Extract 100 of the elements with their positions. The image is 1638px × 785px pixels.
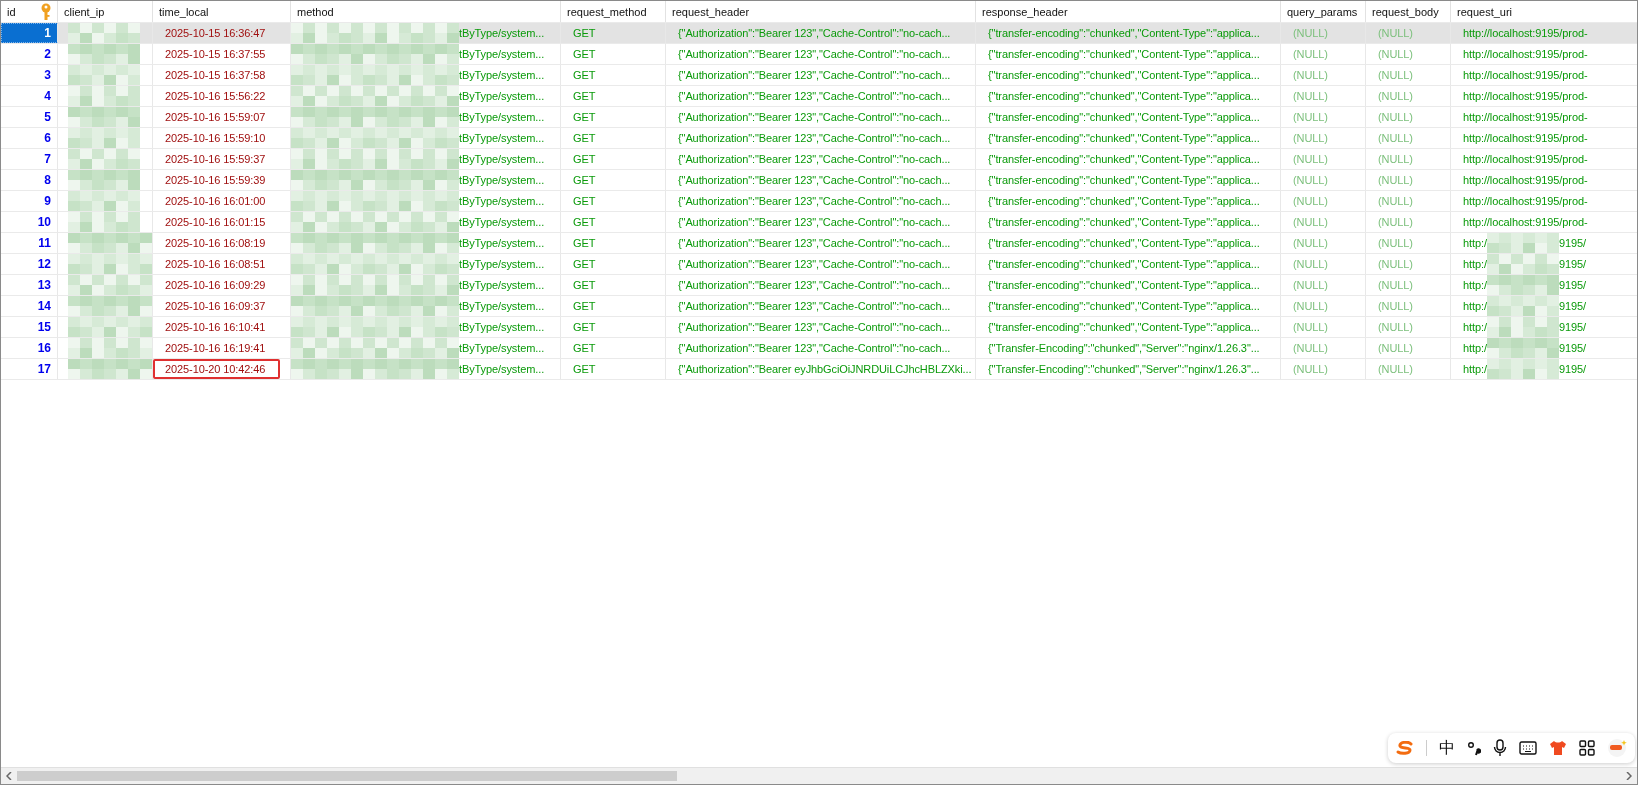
table-cell: tByType/system... (459, 195, 545, 207)
table-row[interactable] (1, 44, 1637, 65)
column-header[interactable]: response_header (976, 1, 1281, 22)
table-row[interactable] (1, 212, 1637, 233)
table-cell: http://localhost:9195/prod- (1463, 174, 1588, 186)
table-cell: (NULL) (1378, 90, 1413, 102)
column-header[interactable]: request_header (666, 1, 976, 22)
column-header[interactable]: request_uri (1451, 1, 1637, 22)
table-cell: GET (573, 195, 596, 207)
keyboard-icon[interactable] (1519, 741, 1537, 755)
table-cell: {"Authorization":"Bearer 123","Cache-Control":"no-cach... (678, 174, 951, 186)
table-row[interactable]: 13 2025-10-16 16:09:29 tByType/system... GET {"Authorization":"Bearer 123","Cache-Control":"no-cach... {"transfer-encoding":"chunked","Content-Type":"applica... (NULL) (NULL) http:/ 9195/ (1, 275, 1637, 296)
table-row[interactable]: 11 2025-10-16 16:08:19 tByType/system... GET {"Authorization":"Bearer 123","Cache-Control":"no-cach... {"transfer-encoding":"chunked","Content-Type":"applica... (NULL) (NULL) http:/ 9195/ (1, 233, 1637, 254)
table-cell: GET (573, 174, 596, 186)
s-logo-icon[interactable] (1396, 741, 1414, 755)
table-cell: {"transfer-encoding":"chunked","Content-Type":"applica... (988, 321, 1260, 333)
column-header[interactable]: query_params (1281, 1, 1366, 22)
redacted-area (68, 170, 140, 190)
table-cell: (NULL) (1293, 132, 1328, 144)
table-cell: (NULL) (1378, 237, 1413, 249)
table-row[interactable] (1, 128, 1637, 149)
table-cell: tByType/system... (459, 237, 545, 249)
table-cell: (NULL) (1293, 237, 1328, 249)
table-row[interactable]: 12 2025-10-16 16:08:51 tByType/system... GET {"Authorization":"Bearer 123","Cache-Control":"no-cach... {"transfer-encoding":"chunked","Content-Type":"applica... (NULL) (NULL) http:/ 9195/ (1, 254, 1637, 275)
table-cell: {"Transfer-Encoding":"chunked","Server":"nginx/1.26.3"... (988, 342, 1260, 354)
table-cell: 9195/ (1558, 258, 1586, 270)
table-row[interactable] (1, 107, 1637, 128)
table-cell: {"Authorization":"Bearer eyJhbGciOiJNRDUiLCJhcHBLZXki... (678, 363, 972, 375)
table-cell: (NULL) (1293, 195, 1328, 207)
table-cell: http:/ (1463, 237, 1487, 249)
table-row[interactable]: 17 2025-10-20 10:42:46 tByType/system... GET {"Authorization":"Bearer eyJhbGciOiJNRDUiLCJhcHBLZXki... {"Transfer-Encoding":"chunked","Server":"nginx/1.26.3"... (NULL) (NULL) http:/ 9195/ (1, 359, 1637, 380)
table-cell: {"transfer-encoding":"chunked","Content-Type":"applica... (988, 69, 1260, 81)
table-cell: tByType/system... (459, 153, 545, 165)
table-cell: {"Authorization":"Bearer 123","Cache-Control":"no-cach... (678, 69, 951, 81)
horizontal-scrollbar[interactable] (1, 767, 1637, 784)
microphone-icon[interactable] (1493, 739, 1507, 757)
table-cell: tByType/system... (459, 69, 545, 81)
column-header[interactable]: time_local (153, 1, 291, 22)
table-cell: http://localhost:9195/prod- (1463, 195, 1588, 207)
table-cell: GET (573, 237, 596, 249)
table-cell: (NULL) (1293, 216, 1328, 228)
table-cell: http:/ (1463, 321, 1487, 333)
redacted-area (68, 212, 140, 232)
table-cell: 2025-10-20 10:42:46 (165, 363, 266, 375)
row-id: 3 (1, 65, 58, 85)
table-cell: {"Authorization":"Bearer 123","Cache-Control":"no-cach... (678, 153, 951, 165)
table-cell: GET (573, 300, 596, 312)
table-cell: http:/ (1463, 342, 1487, 354)
table-row[interactable] (1, 170, 1637, 191)
table-cell: tByType/system... (459, 300, 545, 312)
scrollbar-thumb[interactable] (17, 771, 677, 781)
table-cell: (NULL) (1293, 342, 1328, 354)
table-cell: {"Authorization":"Bearer 123","Cache-Control":"no-cach... (678, 111, 951, 123)
column-header[interactable]: id (1, 1, 58, 22)
row-id: 9 (1, 191, 58, 211)
punctuation-icon[interactable] (1467, 740, 1481, 756)
table-cell: http://localhost:9195/prod- (1463, 132, 1588, 144)
table-row[interactable] (1, 191, 1637, 212)
table-cell: tByType/system... (459, 132, 545, 144)
table-cell: {"transfer-encoding":"chunked","Content-Type":"applica... (988, 153, 1260, 165)
row-id: 10 (1, 212, 58, 232)
redacted-area (68, 107, 140, 127)
table-row[interactable] (1, 23, 1637, 44)
table-cell: {"Authorization":"Bearer 123","Cache-Control":"no-cach... (678, 195, 951, 207)
table-cell: (NULL) (1293, 321, 1328, 333)
table-cell: (NULL) (1293, 363, 1328, 375)
table-cell: 2025-10-15 16:36:47 (165, 27, 266, 39)
input-mode-toggle[interactable]: 中 (1439, 737, 1455, 759)
mascot-icon[interactable] (1607, 738, 1627, 758)
table-cell: tByType/system... (459, 216, 545, 228)
table-cell: (NULL) (1293, 69, 1328, 81)
table-row[interactable] (1, 149, 1637, 170)
table-row[interactable] (1, 65, 1637, 86)
table-cell: tByType/system... (459, 363, 545, 375)
table-cell: 9195/ (1558, 300, 1586, 312)
table-cell: tByType/system... (459, 90, 545, 102)
table-cell: 9195/ (1558, 237, 1586, 249)
table-row[interactable]: 16 2025-10-16 16:19:41 tByType/system... GET {"Authorization":"Bearer 123","Cache-Control":"no-cach... {"Transfer-Encoding":"chunked","Server":"nginx/1.26.3"... (NULL) (NULL) http:/ 9195/ (1, 338, 1637, 359)
table-cell: {"Authorization":"Bearer 123","Cache-Control":"no-cach... (678, 258, 951, 270)
table-cell: (NULL) (1293, 258, 1328, 270)
table-cell: http:/ (1463, 279, 1487, 291)
table-cell: {"Authorization":"Bearer 123","Cache-Control":"no-cach... (678, 90, 951, 102)
table-cell: 9195/ (1558, 342, 1586, 354)
table-cell: tByType/system... (459, 279, 545, 291)
table-cell: (NULL) (1293, 111, 1328, 123)
table-row[interactable]: 14 2025-10-16 16:09:37 tByType/system... GET {"Authorization":"Bearer 123","Cache-Control":"no-cach... {"transfer-encoding":"chunked","Content-Type":"applica... (NULL) (NULL) http:/ 9195/ (1, 296, 1637, 317)
column-header[interactable]: method (291, 1, 561, 22)
shirt-icon[interactable] (1549, 740, 1567, 756)
table-cell: GET (573, 90, 596, 102)
table-cell: 2025-10-15 16:37:58 (165, 69, 266, 81)
grid-icon[interactable] (1579, 740, 1595, 756)
table-cell: {"transfer-encoding":"chunked","Content-Type":"applica... (988, 90, 1260, 102)
column-header[interactable]: client_ip (58, 1, 153, 22)
table-cell: http://localhost:9195/prod- (1463, 48, 1588, 60)
column-header[interactable]: request_method (561, 1, 666, 22)
table-cell: http:/ (1463, 300, 1487, 312)
column-header[interactable]: request_body (1366, 1, 1451, 22)
table-row[interactable] (1, 86, 1637, 107)
table-row[interactable]: 15 2025-10-16 16:10:41 tByType/system... GET {"Authorization":"Bearer 123","Cache-Control":"no-cach... {"transfer-encoding":"chunked","Content-Type":"applica... (NULL) (NULL) http:/ 9195/ (1, 317, 1637, 338)
row-id: 11 (1, 233, 58, 253)
